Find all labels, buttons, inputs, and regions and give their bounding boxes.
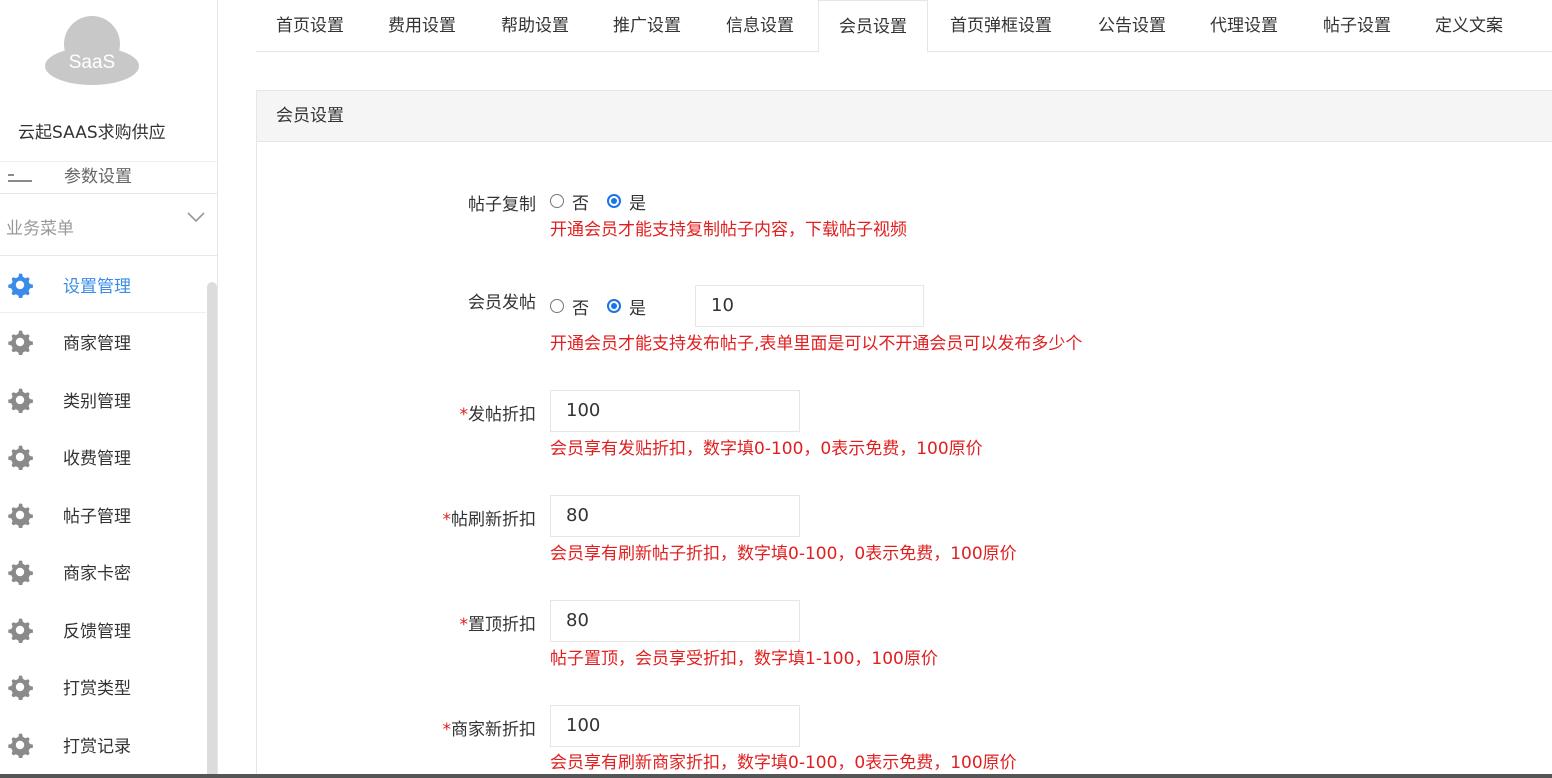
post-discount-hint: 会员享有发贴折扣，数字填0-100，0表示免费，100原价 [550, 439, 983, 459]
sidebar-item-tip-records[interactable]: 打赏记录 [0, 716, 206, 773]
member-post-hint: 开通会员才能支持发布帖子,表单里面是可以不开通会员可以发布多少个 [550, 334, 1083, 354]
tab-notice[interactable]: 公告设置 [1078, 0, 1186, 52]
post-copy-radio-group: 否 是 [550, 189, 664, 214]
member-post-radio-group: 否 是 [550, 294, 664, 319]
gear-icon [8, 733, 33, 758]
sidebar-group-business[interactable]: 业务菜单 [0, 194, 217, 256]
gear-icon [8, 273, 33, 298]
sidebar-scrollbar[interactable] [207, 282, 217, 778]
merchant-discount-input[interactable]: 100 [550, 705, 800, 747]
tab-fees[interactable]: 费用设置 [368, 0, 476, 52]
window-bottom-edge [0, 774, 1552, 778]
sidebar-item-label: 打赏类型 [63, 679, 131, 699]
post-copy-label: 帖子复制 [468, 195, 536, 215]
brand-header: SaaS 云起SAAS求购供应 [0, 0, 217, 162]
refresh-discount-hint: 会员享有刷新帖子折扣，数字填0-100，0表示免费，100原价 [550, 544, 1017, 564]
post-copy-radio-no[interactable]: 否 [550, 189, 589, 214]
gear-icon [8, 330, 33, 355]
sidebar-item-posts[interactable]: 帖子管理 [0, 486, 206, 543]
sidebar-item-label: 设置管理 [63, 277, 131, 297]
tab-promotion[interactable]: 推广设置 [593, 0, 701, 52]
refresh-discount-label: *帖刷新折扣 [442, 510, 537, 530]
gear-icon [8, 388, 33, 413]
sidebar-item-label: 帖子管理 [63, 507, 131, 527]
gear-icon [8, 445, 33, 470]
gear-icon [8, 675, 33, 700]
chevron-down-icon [187, 212, 205, 223]
member-post-radio-no[interactable]: 否 [550, 294, 589, 319]
sidebar-item-label: 类别管理 [63, 392, 131, 412]
sidebar-item-label: 打赏记录 [63, 737, 131, 757]
refresh-discount-input[interactable]: 80 [550, 495, 800, 537]
tab-home[interactable]: 首页设置 [256, 0, 364, 52]
sidebar-item-label: 商家管理 [63, 334, 131, 354]
gear-icon [8, 503, 33, 528]
post-copy-radio-yes[interactable]: 是 [607, 189, 646, 214]
top-discount-input[interactable]: 80 [550, 600, 800, 642]
top-discount-hint: 帖子置顶，会员享受折扣，数字填1-100，100原价 [550, 649, 938, 669]
tab-post[interactable]: 帖子设置 [1303, 0, 1411, 52]
tab-agent[interactable]: 代理设置 [1190, 0, 1298, 52]
post-discount-label: *发帖折扣 [459, 405, 537, 425]
merchant-discount-hint: 会员享有刷新商家折扣，数字填0-100，0表示免费，100原价 [550, 753, 1017, 773]
post-copy-hint: 开通会员才能支持复制帖子内容，下载帖子视频 [550, 220, 907, 240]
gear-icon [8, 618, 33, 643]
member-post-count-input[interactable]: 10 [695, 285, 924, 327]
settings-tabs: 首页设置 费用设置 帮助设置 推广设置 信息设置 会员设置 首页弹框设置 公告设… [256, 0, 1552, 53]
saas-cloud-logo: SaaS [45, 16, 139, 85]
sidebar-item-label: 参数设置 [64, 167, 132, 187]
sidebar-group-title: 业务菜单 [6, 219, 74, 239]
member-post-label: 会员发帖 [468, 293, 536, 313]
member-post-radio-yes[interactable]: 是 [607, 294, 646, 319]
panel-title: 会员设置 [257, 91, 1552, 142]
top-discount-label: *置顶折扣 [459, 615, 537, 635]
sidebar-item-label: 收费管理 [63, 449, 131, 469]
sidebar-item-categories[interactable]: 类别管理 [0, 371, 206, 428]
sidebar-item-fees[interactable]: 收费管理 [0, 428, 206, 485]
sidebar-item-tip-types[interactable]: 打赏类型 [0, 658, 206, 715]
sidebar-item-label: 商家卡密 [63, 564, 131, 584]
sidebar-item-settings[interactable]: 设置管理 [0, 256, 206, 313]
brand-name: 云起SAAS求购供应 [18, 123, 166, 143]
tab-help[interactable]: 帮助设置 [481, 0, 589, 52]
tab-info[interactable]: 信息设置 [706, 0, 814, 52]
logo-text: SaaS [69, 52, 115, 73]
sidebar-item-label: 反馈管理 [63, 622, 131, 642]
sidebar-item-feedback[interactable]: 反馈管理 [0, 601, 206, 658]
tab-member[interactable]: 会员设置 [818, 0, 928, 53]
tab-custom-copy[interactable]: 定义文案 [1415, 0, 1523, 52]
gear-icon [8, 560, 33, 585]
sidebar: 参数设置 业务菜单 设置管理 商家管理 类别管理 收费管理 帖子管理 商家卡密 … [0, 0, 218, 778]
menu-list-icon [8, 174, 32, 188]
sidebar-item-merchant-cards[interactable]: 商家卡密 [0, 543, 206, 600]
post-discount-input[interactable]: 100 [550, 390, 800, 432]
sidebar-item-merchants[interactable]: 商家管理 [0, 313, 206, 370]
tab-home-popup[interactable]: 首页弹框设置 [930, 0, 1072, 52]
merchant-discount-label: *商家新折扣 [442, 720, 537, 740]
